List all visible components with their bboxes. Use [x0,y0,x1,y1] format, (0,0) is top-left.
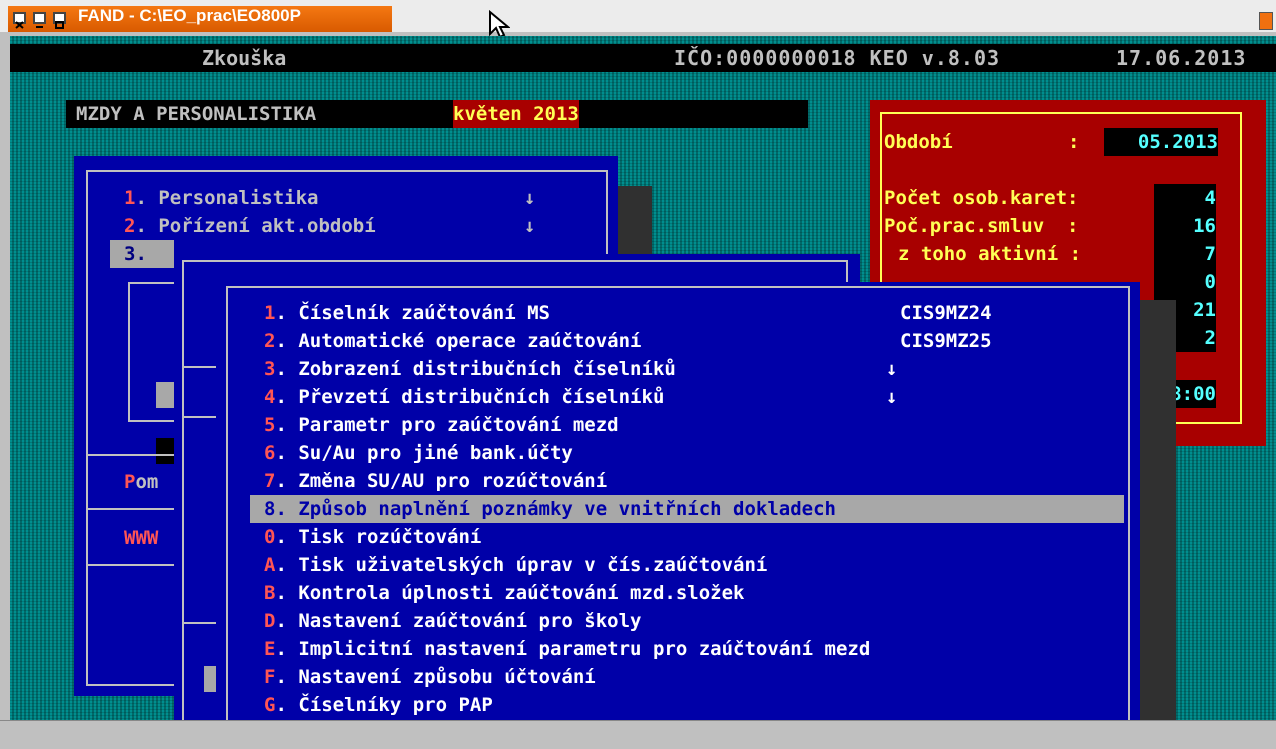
status-bar [0,720,1276,749]
menu-item-key: 7 [264,470,276,492]
submenu-item[interactable]: 2. Automatické operace zaúčtování [264,327,642,355]
osob-karet-value: 4 [1154,184,1216,212]
info-value-row4: 0 [1154,268,1216,296]
menu-item-key: F [264,666,276,688]
menu-item-label: . Su/Au pro jiné bank.účty [275,442,573,464]
main-menu-item-personalistika[interactable]: 1. Personalistika [124,184,318,212]
submenu-item[interactable]: 7. Změna SU/AU pro rozúčtování [264,467,607,495]
menu-item-key: 8 [264,498,276,520]
menu-item-key: 5 [264,414,276,436]
main-menu-fragment-www[interactable]: WWW [124,524,158,552]
app-title: Zkouška [202,46,287,70]
submenu-item[interactable]: B. Kontrola úplnosti zaúčtování mzd.slož… [264,579,744,607]
submenu-item[interactable]: 5. Parametr pro zaúčtování mezd [264,411,619,439]
menu-item-label: . Číselník zaúčtování MS [275,302,550,324]
inner-field [156,438,174,464]
submenu-item[interactable]: F. Nastavení způsobu účtování [264,663,596,691]
menu-item-key: 2 [264,330,276,352]
window-title: FAND - C:\EO_prac\EO800P [78,6,301,25]
menu-item-label: om [135,471,159,493]
menu-item-key: 4 [264,386,276,408]
submenu-item[interactable]: E. Implicitní nastavení parametru pro za… [264,635,870,663]
submenu-item[interactable]: 3. Zobrazení distribučních číselníků [264,355,676,383]
obdobi-value: 05.2013 [1104,128,1218,156]
submenu-item[interactable]: A. Tisk uživatelských úprav v čís.zaúčto… [264,551,767,579]
menu-item-label: . Kontrola úplnosti zaúčtování mzd.slože… [275,582,745,604]
window-shadow [1140,300,1176,722]
menu-item-label: . [135,243,147,265]
divider [86,454,186,456]
menu-item-label: . Pořízení akt.období [135,215,376,237]
window-corner-button[interactable] [1259,12,1273,30]
menu-item-label: . Nastavení zaúčtování pro školy [275,610,642,632]
close-icon[interactable] [13,12,26,29]
menu-item-label: . Personalistika [135,187,319,209]
prac-smluv-value: 16 [1154,212,1216,240]
submenu-item[interactable]: 1. Číselník zaúčtování MS [264,299,550,327]
divider [86,564,186,566]
submenu-item[interactable]: 0. Tisk rozúčtování [264,523,481,551]
period-label: květen 2013 [453,100,579,128]
main-menu-item-porizeni[interactable]: 2. Pořízení akt.období [124,212,376,240]
menu-item-key: P [124,471,136,493]
menu-item-key: 1 [264,302,276,324]
chevron-down-icon: ↓ [524,215,536,237]
menu-item-key: 3 [264,358,276,380]
submenu-item[interactable]: 8. Způsob naplnění poznámky ve vnitřních… [264,495,836,523]
header-bar [10,44,1276,72]
menu-item-label: . Změna SU/AU pro rozúčtování [275,470,608,492]
submenu-item-code: CIS9MZ25 [900,330,992,352]
menu-item-key: 3 [124,243,136,265]
obdobi-separator: : [1068,131,1080,153]
submenu-item-code: CIS9MZ24 [900,302,992,324]
current-date: 17.06.2013 [1116,46,1247,70]
menu-item-key: 2 [124,215,136,237]
menu-item-key: 1 [124,187,136,209]
main-menu-item-3[interactable]: 3. [124,240,147,268]
chevron-down-icon: ↓ [886,386,898,408]
menu-item-label: . Parametr pro zaúčtování mezd [275,414,619,436]
chevron-down-icon: ↓ [886,358,898,380]
inner-field [156,382,174,408]
module-name: MZDY A PERSONALISTIKA [76,103,317,125]
divider [86,508,186,510]
aktivni-label: z toho aktivní : [898,243,1082,265]
menu-item-key: D [264,610,276,632]
menu-item-key: G [264,694,276,716]
submenu-item[interactable]: D. Nastavení zaúčtování pro školy [264,607,642,635]
osob-karet-label: Počet osob.karet: [884,187,1079,209]
dos-screen: Zkouška IČO:0000000018 KEO v.8.03 17.06.… [10,36,1276,722]
ico-version-info: IČO:0000000018 KEO v.8.03 [674,46,1001,70]
menu-item-label: . Implicitní nastavení parametru pro zaú… [275,638,871,660]
aktivni-value: 7 [1154,240,1216,268]
submenu-item[interactable]: 6. Su/Au pro jiné bank.účty [264,439,573,467]
prac-smluv-label: Poč.prac.smluv : [884,215,1079,237]
menu-item-label: . Tisk uživatelských úprav v čís.zaúčtov… [275,554,768,576]
menu-item-label: . Automatické operace zaúčtování [275,330,642,352]
menu-item-key: A [264,554,276,576]
menu-item-key: 6 [264,442,276,464]
menu-item-label: . Číselníky pro PAP [275,694,493,716]
main-menu-fragment-pom[interactable]: Pom [124,468,158,496]
submenu-item[interactable]: 4. Převzetí distribučních číselníků [264,383,664,411]
submenu-item[interactable]: G. Číselníky pro PAP [264,691,493,719]
menu-item-label: . Zobrazení distribučních číselníků [275,358,676,380]
obdobi-label: Období [884,131,953,153]
menu-item-label: . Nastavení způsobu účtování [275,666,596,688]
minimize-icon[interactable] [33,12,46,28]
menu-item-label: . Způsob naplnění poznámky ve vnitřních … [275,498,836,520]
menu-item-label: . Převzetí distribučních číselníků [275,386,665,408]
menu-item-key: E [264,638,276,660]
maximize-icon[interactable] [53,12,66,29]
chevron-down-icon: ↓ [524,187,536,209]
menu-item-label: . Tisk rozúčtování [275,526,482,548]
menu-item-key: 0 [264,526,276,548]
menu-item-key: B [264,582,276,604]
